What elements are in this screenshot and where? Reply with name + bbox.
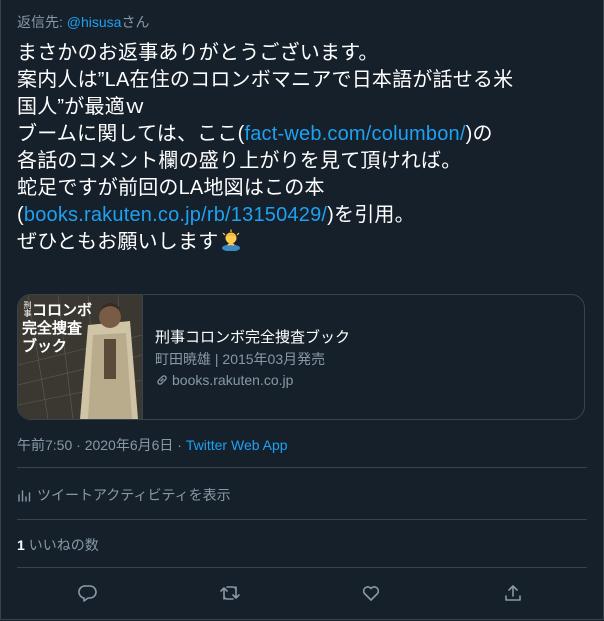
bowing-person-emoji-icon [222,229,241,251]
card-url-text: books.rakuten.co.jp [172,372,294,388]
share-icon [505,585,521,601]
divider [17,467,587,468]
reply-suffix: さん [121,14,150,30]
retweet-button[interactable] [217,580,243,606]
cover-title-line2: 完全捜査 [22,320,83,337]
tweet-text-segment: )を引用。 [327,204,415,226]
tweet-line: (books.rakuten.co.jp/rb/13150429/)を引用。 [17,202,592,229]
fact-web-link[interactable]: fact-web.com/columbon/ [244,123,465,145]
link-icon [157,375,167,385]
tweet-line: 蛇足ですが前回のLA地図はこの本 [17,177,325,199]
reply-to-line: 返信先: @hisusaさん [17,12,149,32]
tweet-meta: 午前7:50 · 2020年6月6日 · Twitter Web App [17,435,288,455]
card-title: 刑事コロンボ完全捜査ブック [155,329,351,346]
reply-button[interactable] [75,580,101,606]
likes-count: 1 [17,537,25,553]
tweet-text-segment: ぜひともお願いします [17,231,219,253]
like-icon [362,586,380,601]
reply-prefix: 返信先: [17,14,67,30]
likes-count-link[interactable]: 1 いいねの数 [17,535,99,555]
cover-title-line3: ブック [22,338,68,355]
cover-title-line1: コロンボ [32,302,93,319]
retweet-icon [220,586,240,600]
card-url: books.rakuten.co.jp [155,372,350,388]
book-cover-image: 刑事 コロンボ 完全捜査 ブック [18,295,143,419]
tweet-line: まさかのお返事ありがとうございます。 [17,42,379,64]
tweet-activity-label: ツイートアクティビティを表示 [37,487,231,503]
tweet-text-segment: ブームに関しては、ここ( [17,123,245,145]
share-button[interactable] [500,580,526,606]
tweet-line: ぜひともお願いします [17,229,592,256]
tweet-action-bar [0,576,604,610]
likes-label: いいねの数 [28,537,99,553]
tweet-line: 国人”が最適ｗ [17,96,146,118]
tweet-text: まさかのお返事ありがとうございます。 案内人は”LA在住のコロンボマニアで日本語… [17,40,592,256]
source-app-link[interactable]: Twitter Web App [186,437,288,453]
link-card[interactable]: 刑事 コロンボ 完全捜査 ブック 刑事コロンボ完全捜査ブック 町田暁雄 | 20… [17,294,585,420]
card-body: 刑事コロンボ完全捜査ブック 町田暁雄 | 2015年03月発売 books.ra… [143,295,350,419]
reply-icon [78,585,97,602]
analytics-icon [18,490,31,502]
divider [17,567,587,568]
reply-handle-link[interactable]: @hisusa [67,14,122,30]
rakuten-books-link[interactable]: books.rakuten.co.jp/rb/13150429/ [24,204,327,226]
like-button[interactable] [358,580,384,606]
tweet-activity-button[interactable]: ツイートアクティビティを表示 [17,485,231,505]
card-description: 町田暁雄 | 2015年03月発売 [155,351,326,367]
tweet-line: ブームに関しては、ここ(fact-web.com/columbon/)の [17,121,592,148]
divider [17,519,587,520]
tweet-timestamp[interactable]: 午前7:50 · 2020年6月6日 · [17,437,186,453]
tweet-text-segment: )の [465,123,493,145]
tweet-line: 案内人は”LA在住のコロンボマニアで日本語が話せる米 [17,69,514,91]
tweet-text-segment: ( [17,204,24,226]
tweet-line: 各話のコメント欄の盛り上がりを見て頂ければ。 [17,150,462,172]
